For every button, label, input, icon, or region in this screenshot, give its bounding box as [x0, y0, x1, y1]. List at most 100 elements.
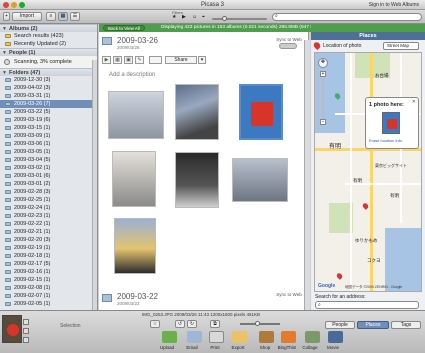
- thumbnail-size-slider[interactable]: [240, 323, 280, 325]
- date-filter-slider[interactable]: [212, 18, 267, 20]
- map-pan-control[interactable]: ✥: [318, 58, 328, 68]
- folder-item[interactable]: 2009-03-04 (5): [0, 156, 97, 164]
- zoom-out-button[interactable]: −: [320, 119, 326, 125]
- folder-item[interactable]: 2009-12-30 (3): [0, 76, 97, 84]
- export-icon[interactable]: [232, 331, 247, 343]
- copy-icon[interactable]: ⧉: [210, 320, 220, 328]
- folder-item[interactable]: 2009-02-21 (1): [0, 228, 97, 236]
- folder-item[interactable]: 2009-03-26 (7): [0, 100, 97, 108]
- folder-item[interactable]: 2009-02-24 (1): [0, 204, 97, 212]
- selection-tray-thumbnail[interactable]: [2, 315, 22, 343]
- map-type-select[interactable]: Street Map: [383, 42, 419, 50]
- folder-item[interactable]: 2009-02-19 (1): [0, 244, 97, 252]
- location-filter-icon[interactable]: ⌖: [202, 15, 205, 20]
- map-view[interactable]: ✥ + − 有明 有明 東京ビッグサイト ゆりかもめ 有明 お台場 コクヨ ✕ …: [314, 52, 422, 292]
- folder-item[interactable]: 2009-02-22 (1): [0, 220, 97, 228]
- zoom-slider[interactable]: [322, 78, 324, 118]
- view-list-icon[interactable]: ≡: [46, 12, 56, 21]
- collage-icon[interactable]: ▦: [113, 56, 122, 64]
- library-scrollbar[interactable]: [304, 40, 310, 310]
- tab-places[interactable]: Places: [357, 321, 389, 329]
- hold-selection-icon[interactable]: [23, 319, 29, 325]
- photo-thumbnail-selected[interactable]: [239, 84, 283, 140]
- photo-thumbnail[interactable]: [232, 158, 288, 202]
- collage-action-icon[interactable]: [305, 331, 320, 343]
- tab-tags[interactable]: Tags: [391, 321, 421, 329]
- folder-item[interactable]: 2009-02-25 (1): [0, 196, 97, 204]
- address-search-input[interactable]: ⌕: [315, 301, 419, 309]
- sync-toggle[interactable]: [279, 43, 297, 49]
- folder-item[interactable]: 2009-02-23 (1): [0, 212, 97, 220]
- next-album-date-title[interactable]: 2009-03-22: [117, 292, 158, 301]
- sidebar-scrollbar[interactable]: [92, 60, 97, 310]
- folder-item[interactable]: 2009-03-01 (2): [0, 180, 97, 188]
- zoom-in-button[interactable]: +: [320, 71, 326, 77]
- rotate-right-icon[interactable]: ↻: [187, 320, 197, 328]
- upload-web-button[interactable]: [149, 56, 162, 64]
- folder-item[interactable]: 2009-03-15 (1): [0, 124, 97, 132]
- movie-action-icon[interactable]: [328, 331, 343, 343]
- folder-item[interactable]: 2009-03-02 (1): [0, 164, 97, 172]
- folder-item[interactable]: 2009-02-28 (3): [0, 188, 97, 196]
- people-section-header[interactable]: ▼ People (1): [0, 48, 97, 56]
- date-filter-slider-handle[interactable]: [222, 16, 227, 21]
- folder-item[interactable]: 2009-02-15 (1): [0, 276, 97, 284]
- album-item-recently-updated[interactable]: Recently Updated (2): [0, 40, 97, 48]
- upload-icon[interactable]: [162, 331, 177, 343]
- thumbnail-size-handle[interactable]: [255, 321, 260, 326]
- folder-item[interactable]: 2009-02-08 (1): [0, 284, 97, 292]
- people-filter-icon[interactable]: ☺: [192, 15, 197, 20]
- add-to-album-icon[interactable]: [23, 337, 29, 343]
- erase-location-link[interactable]: Erase location info: [369, 138, 402, 143]
- star-icon[interactable]: ☆: [150, 320, 160, 328]
- close-popup-icon[interactable]: ✕: [412, 99, 416, 105]
- folder-item[interactable]: 2009-04-02 (3): [0, 84, 97, 92]
- video-filter-icon[interactable]: ▶: [182, 15, 186, 20]
- folder-item[interactable]: 2009-02-16 (1): [0, 268, 97, 276]
- folder-item[interactable]: 2009-03-19 (6): [0, 116, 97, 124]
- folder-item[interactable]: 2009-03-05 (1): [0, 148, 97, 156]
- folder-item[interactable]: 2009-02-20 (3): [0, 236, 97, 244]
- play-slideshow-icon[interactable]: ▶: [102, 56, 111, 64]
- map-pin-icon[interactable]: [361, 202, 370, 210]
- album-item-search-results[interactable]: Search results (423): [0, 32, 97, 40]
- sign-in-link[interactable]: Sign in to Web Albums: [369, 2, 419, 8]
- edit-description-icon[interactable]: ✎: [135, 56, 144, 64]
- photo-thumbnail[interactable]: [112, 151, 156, 207]
- add-icon[interactable]: +: [3, 12, 10, 21]
- import-button[interactable]: Import: [12, 12, 42, 21]
- shop-icon[interactable]: [259, 331, 274, 343]
- album-date-title[interactable]: 2009-03-26: [117, 36, 158, 45]
- tab-people[interactable]: People: [325, 321, 355, 329]
- blog-icon[interactable]: [281, 331, 296, 343]
- share-button[interactable]: Share: [165, 56, 197, 64]
- share-dropdown-icon[interactable]: ▾: [198, 56, 206, 64]
- folders-section-header[interactable]: ▼ Folders (47): [0, 68, 97, 76]
- folder-item[interactable]: 2009-02-17 (5): [0, 260, 97, 268]
- map-pin-icon[interactable]: [335, 272, 344, 280]
- view-grid-icon[interactable]: ▦: [58, 12, 68, 21]
- photo-thumbnail[interactable]: [108, 91, 164, 139]
- view-detail-icon[interactable]: ☰: [70, 12, 80, 21]
- search-input[interactable]: ⌕: [272, 13, 422, 21]
- folder-item[interactable]: 2009-03-01 (6): [0, 172, 97, 180]
- folder-item[interactable]: 2009-03-06 (1): [0, 140, 97, 148]
- folder-item[interactable]: 2009-03-31 (1): [0, 92, 97, 100]
- photo-thumbnail[interactable]: [175, 84, 219, 140]
- popup-photo-thumbnail[interactable]: [382, 112, 400, 134]
- albums-section-header[interactable]: ▼ Albums (2): [0, 24, 97, 32]
- clear-selection-icon[interactable]: [23, 328, 29, 334]
- folder-item[interactable]: 2009-02-07 (1): [0, 292, 97, 300]
- folder-item[interactable]: 2009-02-18 (1): [0, 252, 97, 260]
- folder-item[interactable]: 2009-03-22 (5): [0, 108, 97, 116]
- email-icon[interactable]: [187, 331, 202, 343]
- photo-thumbnail[interactable]: [175, 152, 219, 208]
- album-description-field[interactable]: Add a description: [109, 72, 155, 78]
- folder-item[interactable]: 2009-02-05 (1): [0, 300, 97, 308]
- folder-item[interactable]: 2009-03-09 (1): [0, 132, 97, 140]
- star-filter-icon[interactable]: ★: [172, 15, 176, 20]
- movie-icon[interactable]: ▣: [124, 56, 133, 64]
- back-to-view-all-button[interactable]: Back to View All: [103, 25, 145, 31]
- print-icon[interactable]: [209, 331, 224, 343]
- photo-thumbnail[interactable]: [114, 218, 156, 274]
